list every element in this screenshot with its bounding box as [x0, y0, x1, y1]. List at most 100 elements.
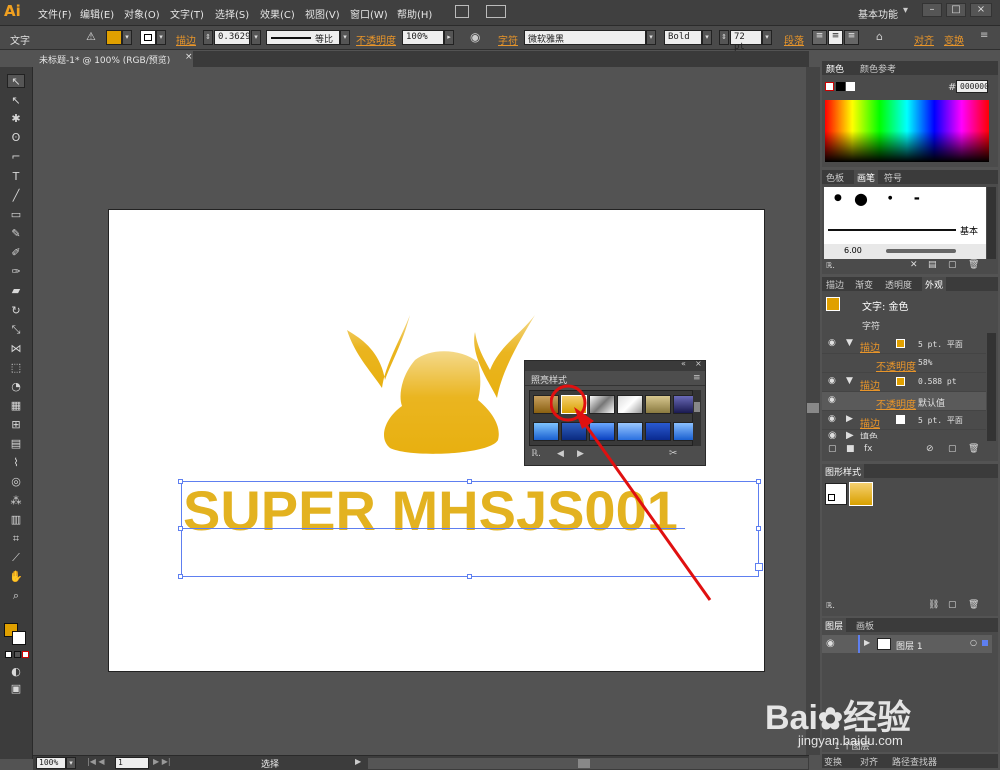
rectangle-tool-icon[interactable]: ▭	[7, 208, 25, 222]
appearance-row-label[interactable]: 描边	[860, 377, 880, 392]
menu-edit[interactable]: 编辑(E)	[80, 6, 114, 21]
font-size-field[interactable]: 72 pt	[730, 30, 762, 52]
stroke-color-chip[interactable]	[896, 339, 905, 348]
visibility-eye-icon[interactable]: ◉	[828, 414, 836, 424]
appearance-row[interactable]: ◉ ▶ 填色	[822, 430, 986, 439]
shape-builder-tool-icon[interactable]: ◔	[7, 380, 25, 394]
symbol-sprayer-tool-icon[interactable]: ⁂	[7, 494, 25, 508]
tab-close-icon[interactable]: ×	[185, 52, 193, 62]
selection-tool-icon[interactable]: ↖	[7, 74, 25, 88]
tab-appearance[interactable]: 外观	[922, 277, 947, 292]
menu-effect[interactable]: 效果(C)	[260, 6, 295, 21]
tab-transparency[interactable]: 透明度	[885, 278, 912, 291]
menu-type[interactable]: 文字(T)	[170, 6, 204, 21]
panel-menu-icon[interactable]: ≡	[980, 30, 988, 41]
stroke-swatch[interactable]	[140, 30, 156, 45]
expand-triangle-icon[interactable]: ▼	[846, 376, 853, 386]
arrange-documents-icon[interactable]	[486, 5, 506, 18]
column-graph-tool-icon[interactable]: ▥	[7, 513, 25, 527]
brush-size-row[interactable]: 6.00	[824, 244, 986, 259]
appearance-row-label[interactable]: 描边	[860, 415, 880, 430]
menu-file[interactable]: 文件(F)	[38, 6, 72, 21]
width-tool-icon[interactable]: ⋈	[7, 342, 25, 356]
profile-dropdown[interactable]: ▾	[340, 30, 350, 45]
menu-help[interactable]: 帮助(H)	[397, 6, 432, 21]
font-size-dropdown[interactable]: ▾	[762, 30, 772, 45]
draw-mode-icon[interactable]: ◐	[7, 665, 25, 679]
font-family-dropdown[interactable]: ▾	[646, 30, 656, 45]
close-icon[interactable]: ×	[970, 3, 992, 17]
minimize-icon[interactable]: –	[922, 3, 942, 17]
horizontal-scrollbar[interactable]	[368, 758, 808, 769]
selection-handle[interactable]	[467, 574, 472, 579]
menu-window[interactable]: 窗口(W)	[350, 6, 388, 21]
brush-dot-large[interactable]: ●	[854, 189, 868, 208]
collapse-icon[interactable]: «	[681, 359, 686, 368]
menu-object[interactable]: 对象(O)	[124, 6, 160, 21]
stroke-weight-dropdown[interactable]: ▾	[251, 30, 261, 45]
default-style-swatch[interactable]	[825, 483, 847, 505]
zoom-tool-icon[interactable]: ⌕	[7, 589, 25, 603]
pen-tool-icon[interactable]: ⌐	[7, 150, 25, 164]
break-style-link-icon[interactable]: ⛓	[928, 600, 939, 610]
canvas-vertical-scrollbar[interactable]	[806, 67, 820, 755]
delete-item-icon[interactable]: 🗑	[968, 444, 979, 454]
zoom-dropdown[interactable]: ▾	[66, 757, 76, 769]
horizontal-scroll-thumb[interactable]	[578, 759, 590, 768]
stroke-color-chip[interactable]	[896, 415, 905, 424]
paintbrush-tool-icon[interactable]: ✎	[7, 227, 25, 241]
magic-wand-tool-icon[interactable]: ✱	[7, 112, 25, 126]
mesh-tool-icon[interactable]: ⊞	[7, 418, 25, 432]
tab-color[interactable]: 颜色	[826, 62, 844, 75]
blend-tool-icon[interactable]: ◎	[7, 475, 25, 489]
layer-row[interactable]: ◉ ▶ 图层 1 ○	[822, 635, 992, 653]
black-color-icon[interactable]	[836, 82, 845, 91]
zoom-field[interactable]: 100%	[36, 757, 66, 769]
hex-field[interactable]: 000000	[956, 80, 989, 93]
transform-panel-link[interactable]: 变换	[944, 32, 964, 47]
status-arrow-icon[interactable]: ▶	[355, 757, 361, 766]
font-style-field[interactable]: Bold	[664, 30, 702, 45]
helmet-artwork[interactable]	[340, 310, 540, 460]
delete-brush-icon[interactable]: 🗑	[968, 260, 979, 270]
blob-brush-tool-icon[interactable]: ✑	[7, 265, 25, 279]
graphic-styles-library-icon[interactable]: ℝ.	[826, 601, 835, 610]
tab-symbols[interactable]: 符号	[884, 171, 902, 184]
new-stroke-icon[interactable]: ▢	[828, 444, 837, 454]
pencil-tool-icon[interactable]: ✐	[7, 246, 25, 260]
appearance-row[interactable]: ◉ ▼ 描边 5 pt. 平面	[822, 335, 986, 354]
selection-handle[interactable]	[178, 574, 183, 579]
direct-selection-tool-icon[interactable]: ↖	[7, 94, 25, 108]
panel-close-icon[interactable]: ×	[695, 359, 702, 368]
color-mode-icon[interactable]	[5, 651, 12, 658]
brush-dot-calligraphic[interactable]: ▬	[914, 195, 920, 202]
remove-stroke-icon[interactable]: ✕	[910, 260, 918, 270]
new-fill-icon[interactable]: ■	[846, 444, 855, 454]
brush-dot-tiny[interactable]: ●	[888, 195, 892, 201]
document-tab[interactable]: 未标题-1* @ 100% (RGB/预览) ×	[33, 51, 193, 67]
menu-view[interactable]: 视图(V)	[305, 6, 340, 21]
tab-layers[interactable]: 图层	[822, 618, 847, 633]
basic-brush-stroke[interactable]	[828, 229, 956, 231]
selection-handle[interactable]	[467, 479, 472, 484]
panel-drag-bar[interactable]: « ×	[525, 359, 705, 371]
selection-handle[interactable]	[178, 479, 183, 484]
tab-align[interactable]: 对齐	[860, 755, 878, 768]
expand-layer-icon[interactable]: ▶	[864, 638, 870, 647]
tab-swatches[interactable]: 色板	[826, 171, 844, 184]
appearance-row[interactable]: ◉ 不透明度 默认值	[822, 392, 986, 411]
artboard-field[interactable]: 1	[115, 757, 149, 769]
bridge-icon[interactable]	[455, 5, 469, 18]
clear-appearance-icon[interactable]: ⊘	[926, 444, 934, 454]
slice-tool-icon[interactable]: ⟋	[7, 551, 25, 565]
appearance-row-label[interactable]: 不透明度	[876, 396, 916, 411]
appearance-row-label[interactable]: 不透明度	[876, 358, 916, 373]
line-tool-icon[interactable]: ╱	[7, 189, 25, 203]
opacity-dropdown[interactable]: ▸	[444, 30, 454, 45]
profile-select[interactable]: 等比	[266, 30, 340, 45]
white-color-icon[interactable]	[846, 82, 855, 91]
visibility-eye-icon[interactable]: ◉	[828, 338, 836, 348]
new-brush-icon[interactable]: ▢	[948, 260, 957, 270]
brush-scrollbar[interactable]	[987, 187, 996, 259]
hand-tool-icon[interactable]: ✋	[7, 570, 25, 584]
